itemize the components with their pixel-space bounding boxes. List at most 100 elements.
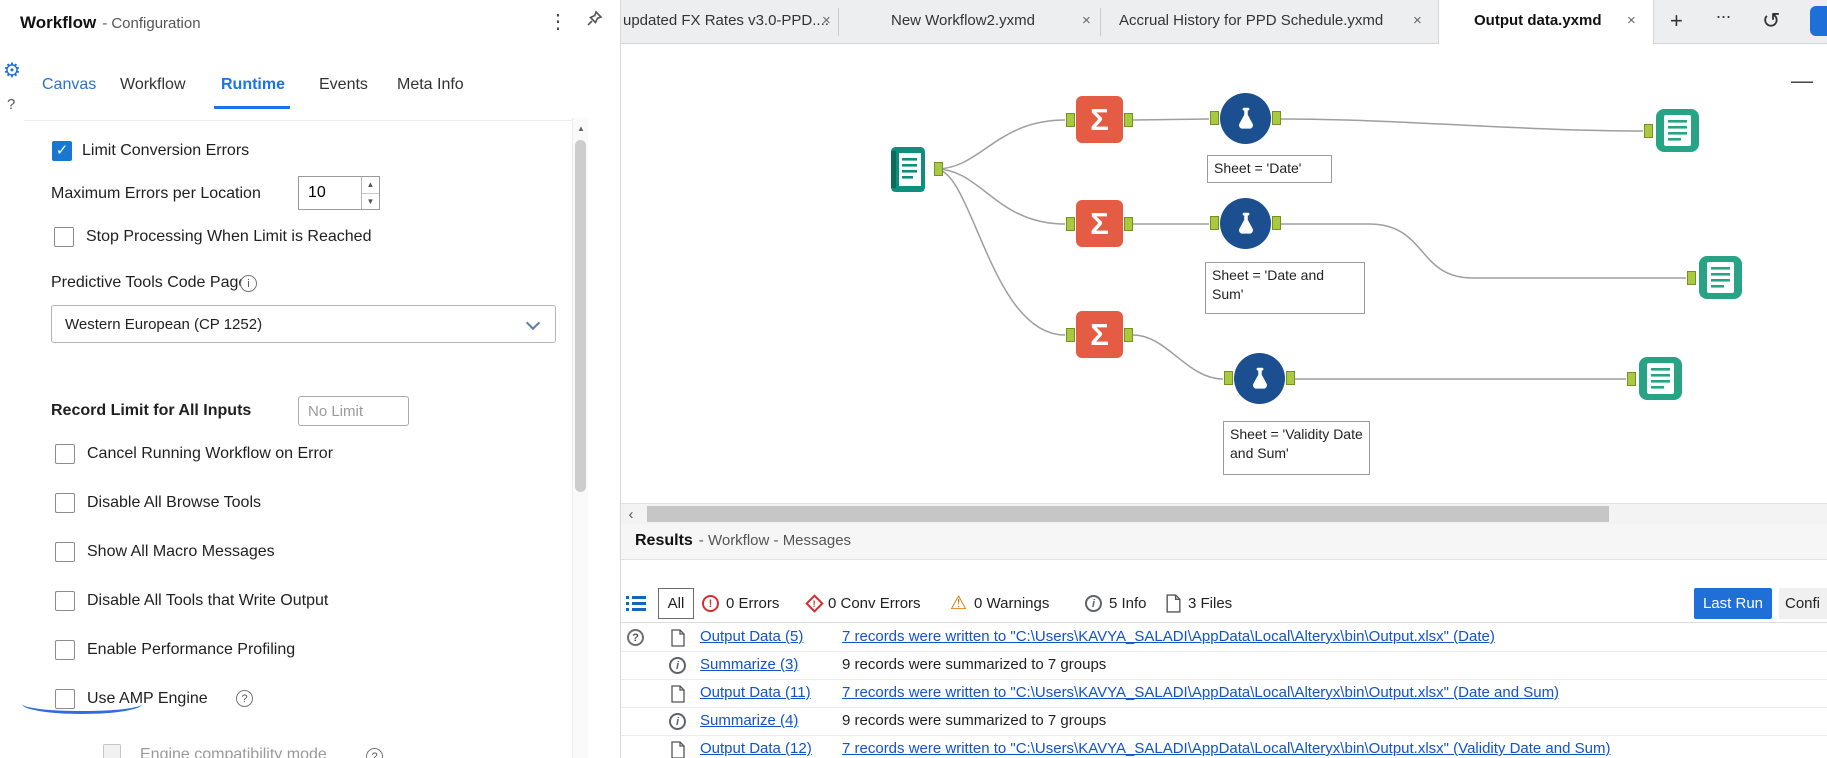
- result-row[interactable]: Output Data (11) 7 records were written …: [621, 680, 1827, 708]
- filter-all-button[interactable]: All: [658, 588, 694, 619]
- pin-icon[interactable]: [585, 10, 603, 35]
- output-tool-2[interactable]: [1687, 254, 1744, 301]
- new-tab-icon[interactable]: +: [1670, 8, 1683, 34]
- engine-compat-help-icon[interactable]: ?: [366, 748, 383, 758]
- question-icon[interactable]: ?: [627, 629, 644, 646]
- config-scrollbar[interactable]: ▲: [572, 118, 588, 758]
- doc-tab-4-close-icon[interactable]: ×: [1627, 12, 1636, 29]
- output-anchor[interactable]: [1272, 111, 1281, 125]
- filter-info-button[interactable]: i 5 Info: [1085, 588, 1147, 619]
- input-anchor[interactable]: [1224, 371, 1233, 385]
- tool-link[interactable]: Output Data (5): [700, 628, 803, 645]
- output-tool-1[interactable]: [1644, 107, 1701, 154]
- tool-link[interactable]: Summarize (4): [700, 712, 798, 729]
- annotation-sheet-validity[interactable]: Sheet = 'Validity Date and Sum': [1223, 421, 1370, 475]
- warning-icon: ⚠: [950, 593, 968, 614]
- doc-tab-3-label[interactable]: Accrual History for PPD Schedule.yxmd: [1119, 12, 1383, 29]
- help-icon[interactable]: ?: [7, 96, 15, 113]
- performance-profiling-checkbox[interactable]: [55, 640, 75, 660]
- input-anchor[interactable]: [1066, 217, 1075, 231]
- config-tab-canvas[interactable]: Canvas: [42, 76, 96, 94]
- message-link[interactable]: 7 records were written to "C:\Users\KAVY…: [842, 628, 1495, 645]
- file-icon: [671, 741, 685, 758]
- doc-tab-3-close-icon[interactable]: ×: [1413, 12, 1422, 29]
- doc-tab-2-label[interactable]: New Workflow2.yxmd: [891, 12, 1035, 29]
- canvas-collapse-icon[interactable]: —: [1791, 68, 1813, 94]
- message-link[interactable]: 7 records were written to "C:\Users\KAVY…: [842, 684, 1559, 701]
- input-anchor[interactable]: [1210, 216, 1219, 230]
- result-row[interactable]: i Summarize (3) 9 records were summarize…: [621, 652, 1827, 680]
- result-row[interactable]: i Summarize (4) 9 records were summarize…: [621, 708, 1827, 736]
- summarize-tool-2[interactable]: Σ: [1066, 200, 1133, 247]
- conv-error-icon: !: [805, 594, 824, 613]
- code-page-dropdown[interactable]: Western European (CP 1252): [51, 305, 556, 343]
- output-anchor[interactable]: [934, 162, 943, 176]
- spinner-down-icon[interactable]: ▼: [362, 194, 379, 210]
- kebab-menu-icon[interactable]: ⋮: [548, 9, 568, 34]
- scroll-left-icon[interactable]: ‹: [621, 504, 641, 524]
- warnings-count-label: 0 Warnings: [974, 595, 1050, 612]
- tool-link[interactable]: Output Data (11): [700, 684, 811, 701]
- history-icon[interactable]: ↺: [1762, 8, 1780, 34]
- result-row[interactable]: Output Data (12) 7 records were written …: [621, 736, 1827, 758]
- more-tabs-icon[interactable]: ...: [1716, 2, 1731, 23]
- stop-processing-checkbox[interactable]: [54, 227, 74, 247]
- flask-tool-2[interactable]: [1210, 198, 1281, 249]
- flask-tool-3[interactable]: [1224, 353, 1295, 404]
- config-tab-meta-info[interactable]: Meta Info: [397, 76, 464, 94]
- amp-help-icon[interactable]: ?: [236, 690, 253, 707]
- input-data-tool[interactable]: [883, 143, 943, 196]
- config-button[interactable]: Confi: [1779, 588, 1827, 619]
- doc-tab-2-close-icon[interactable]: ×: [1082, 12, 1091, 29]
- input-anchor[interactable]: [1627, 372, 1636, 386]
- scroll-up-icon[interactable]: ▲: [573, 120, 589, 136]
- config-scrollbar-thumb[interactable]: [575, 140, 586, 492]
- disable-write-output-checkbox[interactable]: [55, 591, 75, 611]
- show-macro-messages-checkbox[interactable]: [55, 542, 75, 562]
- gear-icon[interactable]: ⚙: [3, 58, 21, 83]
- config-tab-workflow[interactable]: Workflow: [120, 76, 186, 94]
- last-run-button[interactable]: Last Run: [1694, 588, 1772, 619]
- input-anchor[interactable]: [1210, 111, 1219, 125]
- input-anchor[interactable]: [1644, 124, 1653, 138]
- output-anchor[interactable]: [1286, 371, 1295, 385]
- output-anchor[interactable]: [1124, 113, 1133, 127]
- filter-files-button[interactable]: 3 Files: [1166, 588, 1232, 619]
- tool-link[interactable]: Output Data (12): [700, 740, 812, 757]
- filter-warnings-button[interactable]: ⚠ 0 Warnings: [950, 588, 1049, 619]
- spinner-up-icon[interactable]: ▲: [362, 177, 379, 194]
- annotation-sheet-date-sum[interactable]: Sheet = 'Date and Sum': [1205, 262, 1365, 314]
- output-anchor[interactable]: [1124, 217, 1133, 231]
- limit-conversion-errors-checkbox[interactable]: ✓: [52, 141, 72, 161]
- h-scrollbar-thumb[interactable]: [647, 506, 1609, 522]
- summarize-tool-3[interactable]: Σ: [1066, 311, 1133, 358]
- config-tab-events[interactable]: Events: [319, 76, 368, 94]
- workflow-canvas[interactable]: Σ Σ Σ Sheet = 'Date' Sheet = 'Date and S…: [621, 44, 1827, 503]
- tool-link[interactable]: Summarize (3): [700, 656, 798, 673]
- flask-tool-1[interactable]: [1210, 93, 1281, 144]
- doc-tab-1-label[interactable]: updated FX Rates v3.0-PPD....: [623, 12, 829, 29]
- max-errors-input[interactable]: [299, 177, 361, 209]
- input-anchor[interactable]: [1687, 271, 1696, 285]
- summarize-tool-1[interactable]: Σ: [1066, 96, 1133, 143]
- messages-list-icon[interactable]: [626, 588, 646, 619]
- doc-tab-1-close-icon[interactable]: ×: [822, 12, 831, 29]
- app-corner-icon[interactable]: [1810, 6, 1827, 36]
- annotation-sheet-date[interactable]: Sheet = 'Date': [1207, 155, 1332, 183]
- filter-conv-errors-button[interactable]: ! 0 Conv Errors: [805, 588, 921, 619]
- canvas-h-scrollbar[interactable]: ‹: [621, 503, 1827, 524]
- input-anchor[interactable]: [1066, 328, 1075, 342]
- message-link[interactable]: 7 records were written to "C:\Users\KAVY…: [842, 740, 1610, 757]
- config-tab-runtime[interactable]: Runtime: [221, 76, 285, 94]
- output-anchor[interactable]: [1124, 328, 1133, 342]
- code-page-info-icon[interactable]: i: [240, 275, 257, 292]
- disable-browse-checkbox[interactable]: [55, 493, 75, 513]
- record-limit-input[interactable]: [298, 396, 409, 426]
- output-tool-3[interactable]: [1627, 355, 1684, 402]
- filter-errors-button[interactable]: ! 0 Errors: [702, 588, 779, 619]
- doc-tab-4-label[interactable]: Output data.yxmd: [1474, 12, 1602, 29]
- output-anchor[interactable]: [1272, 216, 1281, 230]
- result-row[interactable]: ? Output Data (5) 7 records were written…: [621, 624, 1827, 652]
- cancel-on-error-checkbox[interactable]: [55, 444, 75, 464]
- input-anchor[interactable]: [1066, 113, 1075, 127]
